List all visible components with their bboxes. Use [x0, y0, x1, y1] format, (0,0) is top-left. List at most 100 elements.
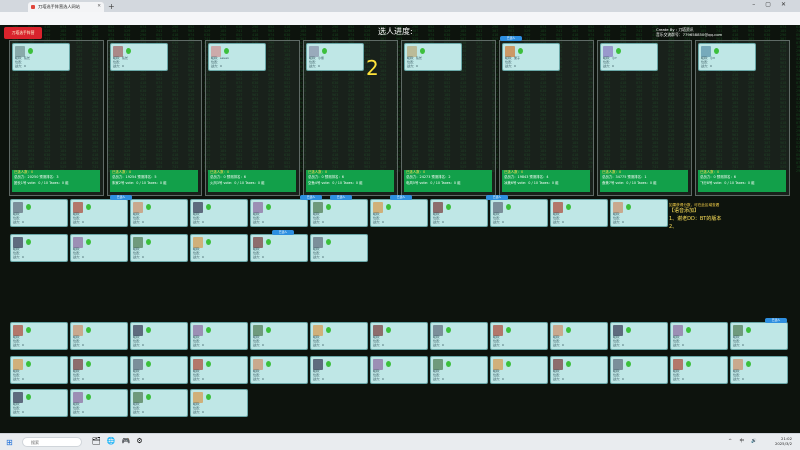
speaker-icon[interactable] [518, 48, 523, 54]
speaker-icon[interactable] [266, 239, 271, 245]
windows-start-icon[interactable]: ⊞ [6, 438, 13, 447]
player-card[interactable]: 昵称： 位置： 战力：0 [130, 356, 188, 384]
speaker-icon[interactable] [146, 394, 151, 400]
player-card[interactable]: 昵称： 位置： 战力：0 [310, 199, 368, 227]
player-card[interactable]: 昵称： 位置： 战力：0 [490, 322, 548, 350]
player-card[interactable]: 昵称： 位置： 战力：0 [490, 356, 548, 384]
speaker-icon[interactable] [566, 327, 571, 333]
player-card[interactable]: 昵称： 位置： 战力：0 [10, 322, 68, 350]
speaker-icon[interactable] [26, 327, 31, 333]
player-card[interactable]: 昵称： 位置： 战力：0 [550, 199, 608, 227]
speaker-icon[interactable] [26, 204, 31, 210]
speaker-icon[interactable] [326, 204, 331, 210]
player-card[interactable]: 昵称： 位置： 战力：0 [370, 199, 428, 227]
player-card[interactable]: 昵称： 位置： 战力：0 [190, 322, 248, 350]
captain-card[interactable]: 昵称：吴子 位置： 战力：0 [502, 43, 560, 71]
speaker-icon[interactable] [266, 327, 271, 333]
speaker-icon[interactable] [146, 239, 151, 245]
speaker-icon[interactable] [746, 361, 751, 367]
player-card[interactable]: 昵称： 位置： 战力：0 [670, 322, 728, 350]
speaker-icon[interactable] [86, 239, 91, 245]
speaker-icon[interactable] [566, 204, 571, 210]
speaker-icon[interactable] [126, 48, 131, 54]
player-card[interactable]: 昵称： 位置： 战力：0 [610, 322, 668, 350]
taskbar-search[interactable]: 搜索 [22, 437, 82, 447]
player-card[interactable]: 昵称： 位置： 战力：0 [730, 322, 788, 350]
speaker-icon[interactable] [206, 394, 211, 400]
system-tray-icons[interactable]: ^ 中 🔊 [728, 438, 760, 444]
player-card[interactable]: 昵称： 位置： 战力：0 [430, 356, 488, 384]
player-card[interactable]: 昵称： 位置： 战力：0 [10, 389, 68, 417]
player-card[interactable]: 昵称： 位置： 战力：0 [70, 356, 128, 384]
speaker-icon[interactable] [506, 204, 511, 210]
speaker-icon[interactable] [86, 204, 91, 210]
new-tab-icon[interactable]: + [108, 2, 115, 11]
speaker-icon[interactable] [146, 327, 151, 333]
speaker-icon[interactable] [266, 204, 271, 210]
player-card[interactable]: 昵称： 位置： 战力：0 [310, 356, 368, 384]
speaker-icon[interactable] [386, 361, 391, 367]
red-action-button[interactable]: 刀塔选手阵营 [4, 27, 42, 39]
speaker-icon[interactable] [626, 327, 631, 333]
player-card[interactable]: 昵称： 位置： 战力：0 [70, 199, 128, 227]
speaker-icon[interactable] [26, 394, 31, 400]
player-card[interactable]: 昵称： 位置： 战力：0 [130, 322, 188, 350]
captain-card[interactable]: 昵称：seven 位置： 战力：0 [208, 43, 266, 71]
speaker-icon[interactable] [322, 48, 327, 54]
player-card[interactable]: 昵称： 位置： 战力：0 [190, 356, 248, 384]
player-card[interactable]: 昵称： 位置： 战力：0 [310, 234, 368, 262]
player-card[interactable]: 昵称： 位置： 战力：0 [10, 199, 68, 227]
player-card[interactable]: 昵称： 位置： 战力：0 [70, 389, 128, 417]
player-card[interactable]: 昵称： 位置： 战力：0 [190, 234, 248, 262]
browser-tab[interactable]: 刀塔选手阵营选人网站 ✕ [28, 2, 104, 12]
speaker-icon[interactable] [686, 361, 691, 367]
speaker-icon[interactable] [326, 327, 331, 333]
player-card[interactable]: 昵称： 位置： 战力：0 [70, 234, 128, 262]
speaker-icon[interactable] [86, 327, 91, 333]
captain-card[interactable]: 昵称：队长 位置： 战力：0 [404, 43, 462, 71]
speaker-icon[interactable] [446, 327, 451, 333]
speaker-icon[interactable] [206, 327, 211, 333]
speaker-icon[interactable] [28, 48, 33, 54]
player-card[interactable]: 昵称： 位置： 战力：0 [250, 356, 308, 384]
player-card[interactable]: 昵称： 位置： 战力：0 [250, 322, 308, 350]
player-card[interactable]: 昵称： 位置： 战力：0 [130, 234, 188, 262]
player-card[interactable]: 昵称： 位置： 战力：0 [490, 199, 548, 227]
player-card[interactable]: 昵称： 位置： 战力：0 [430, 322, 488, 350]
captain-card[interactable]: 昵称：小Y 位置： 战力：0 [600, 43, 658, 71]
speaker-icon[interactable] [326, 361, 331, 367]
speaker-icon[interactable] [686, 327, 691, 333]
captain-card[interactable]: 昵称：队长 位置： 战力：0 [110, 43, 168, 71]
player-card[interactable]: 昵称： 位置： 战力：0 [550, 356, 608, 384]
speaker-icon[interactable] [86, 361, 91, 367]
player-card[interactable]: 昵称： 位置： 战力：0 [250, 199, 308, 227]
player-card[interactable]: 昵称： 位置： 战力：0 [310, 322, 368, 350]
speaker-icon[interactable] [446, 361, 451, 367]
player-card[interactable]: 昵称： 位置： 战力：0 [670, 356, 728, 384]
player-card[interactable]: 昵称： 位置： 战力：0 [550, 322, 608, 350]
player-card[interactable]: 昵称： 位置： 战力：0 [730, 356, 788, 384]
speaker-icon[interactable] [146, 361, 151, 367]
speaker-icon[interactable] [146, 204, 151, 210]
player-card[interactable]: 昵称： 位置： 战力：0 [370, 356, 428, 384]
speaker-icon[interactable] [266, 361, 271, 367]
player-card[interactable]: 昵称： 位置： 战力：0 [70, 322, 128, 350]
player-card[interactable]: 昵称： 位置： 战力：0 [610, 356, 668, 384]
captain-card[interactable]: 昵称：队长 位置： 战力：0 [12, 43, 70, 71]
player-card[interactable]: 昵称： 位置： 战力：0 [10, 356, 68, 384]
speaker-icon[interactable] [626, 361, 631, 367]
speaker-icon[interactable] [420, 48, 425, 54]
speaker-icon[interactable] [224, 48, 229, 54]
player-card[interactable]: 昵称： 位置： 战力：0 [130, 389, 188, 417]
speaker-icon[interactable] [86, 394, 91, 400]
player-card[interactable]: 昵称： 位置： 战力：0 [250, 234, 308, 262]
speaker-icon[interactable] [386, 327, 391, 333]
taskbar-clock[interactable]: 21:02 2025/3/2 [775, 436, 792, 446]
player-card[interactable]: 昵称： 位置： 战力：0 [610, 199, 668, 227]
player-card[interactable]: 昵称： 位置： 战力：0 [190, 389, 248, 417]
speaker-icon[interactable] [206, 361, 211, 367]
speaker-icon[interactable] [26, 239, 31, 245]
captain-card[interactable]: 昵称：小V 位置： 战力：0 [698, 43, 756, 71]
speaker-icon[interactable] [206, 204, 211, 210]
taskbar-apps[interactable]: 🗂🌐🎮⚙ [92, 437, 149, 445]
